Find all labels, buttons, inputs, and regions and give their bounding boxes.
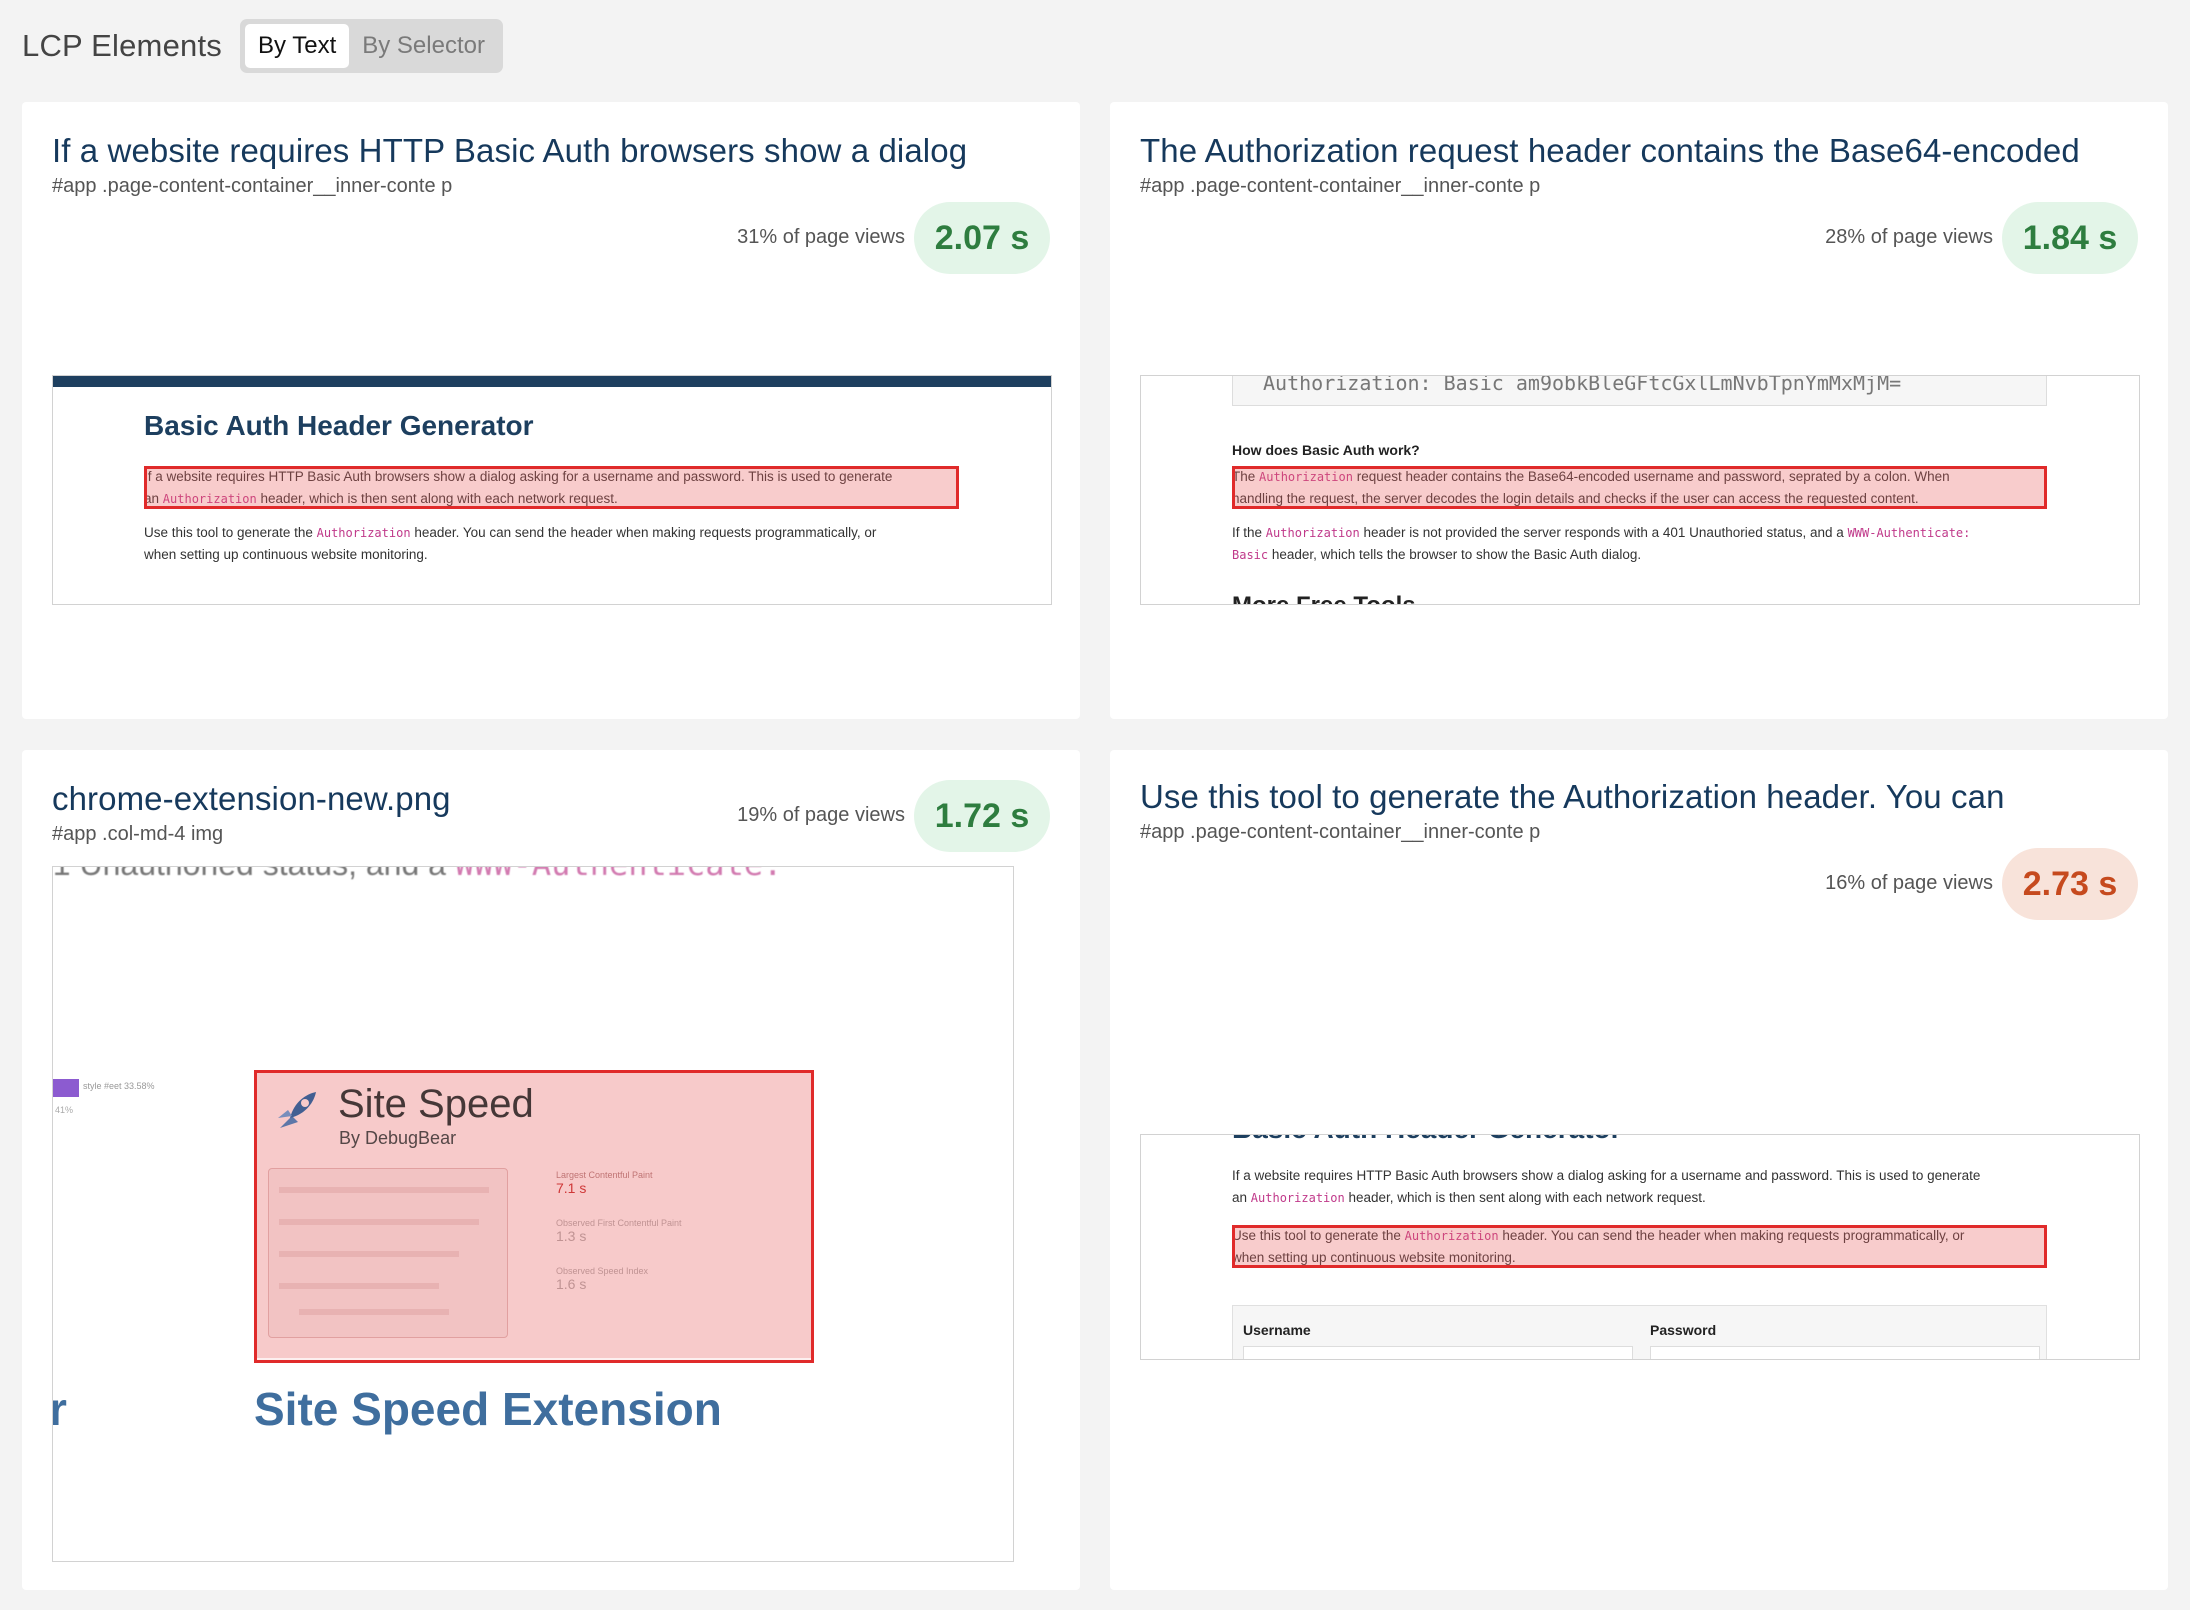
password-input — [1650, 1346, 2040, 1359]
page-views: 28% of page views — [1825, 226, 1993, 248]
preview-line: Basic header, which tells the browser to… — [1232, 544, 2082, 566]
lcp-highlight-box — [1232, 1225, 2047, 1268]
page-views: 19% of page views — [737, 804, 905, 826]
lcp-highlight-box — [254, 1070, 814, 1363]
preview-code-block: Authorization: Basic am9obkBleGFtcGxlLmN… — [1232, 375, 2047, 406]
lcp-highlight-box — [1232, 466, 2047, 509]
card-selector: #app .page-content-container__inner-cont… — [52, 175, 453, 197]
page-title: LCP Elements — [22, 28, 222, 63]
preview-form: Username Password — [1232, 1305, 2047, 1359]
tab-by-text[interactable]: By Text — [244, 24, 350, 68]
card-selector: #app .page-content-container__inner-cont… — [1140, 821, 1541, 843]
preview-heading: Basic Auth Header Generator — [144, 410, 534, 441]
password-label: Password — [1650, 1322, 1717, 1338]
preview-text: Use this tool to generate the — [144, 525, 313, 540]
lcp-card: Use this tool to generate the Authorizat… — [1110, 750, 2168, 1590]
tab-by-selector[interactable]: By Selector — [349, 24, 498, 68]
preview-line: If the Authorization header is not provi… — [1232, 522, 2082, 544]
preview-text: an — [1232, 1190, 1248, 1205]
page-views: 16% of page views — [1825, 872, 1993, 894]
preview-paragraph: Use this tool to generate the Authorizat… — [144, 522, 994, 566]
view-toggle: By Text By Selector — [239, 19, 503, 73]
lcp-value-badge: 1.72 s — [914, 780, 1050, 852]
preview-heading: How does Basic Auth work? — [1232, 442, 1420, 458]
lcp-card: If a website requires HTTP Basic Auth br… — [22, 102, 1080, 719]
card-title: The Authorization request header contain… — [1140, 132, 2080, 169]
lcp-card: The Authorization request header contain… — [1110, 102, 2168, 719]
lcp-value-badge: 1.84 s — [2002, 202, 2138, 274]
preview-text: 01 Unauthoried status, and a — [53, 867, 446, 882]
card-title: Use this tool to generate the Authorizat… — [1140, 778, 2005, 815]
lcp-header: LCP Elements By Text By Selector — [22, 19, 503, 73]
legend-label: 41% — [55, 1105, 74, 1115]
preview-text: header. You can send the header when mak… — [414, 525, 877, 540]
promo-extension-title: Site Speed Extension — [254, 1383, 722, 1435]
lcp-highlight-box — [144, 466, 959, 509]
preview-code: Authorization — [1250, 1191, 1345, 1205]
preview-code: Authorization — [316, 526, 411, 540]
element-screenshot: Basic Auth Header Generator If a website… — [1140, 1134, 2140, 1360]
element-screenshot: Authorization: Basic am9obkBleGFtcGxlLmN… — [1140, 375, 2140, 605]
preview-top-text: 01 Unauthoried status, and a WWW-Authent… — [53, 867, 783, 883]
card-selector: #app .col-md-4 img — [52, 823, 224, 845]
lcp-card: chrome-extension-new.png #app .col-md-4 … — [22, 750, 1080, 1590]
preview-cut-heading: Basic Auth Header Generator — [1232, 1135, 1622, 1145]
edge-letter: r — [53, 1382, 67, 1436]
preview-code: WWW-Authenticate: — [1847, 526, 1971, 540]
element-screenshot: 01 Unauthoried status, and a WWW-Authent… — [52, 866, 1014, 1562]
preview-line: Use this tool to generate the Authorizat… — [144, 522, 994, 544]
preview-text: header, which tells the browser to show … — [1271, 547, 1642, 562]
legend-label: style #eet 33.58% — [83, 1081, 155, 1091]
preview-paragraph: If a website requires HTTP Basic Auth br… — [1232, 1165, 2082, 1209]
preview-line: If a website requires HTTP Basic Auth br… — [1232, 1168, 1981, 1183]
card-title: If a website requires HTTP Basic Auth br… — [52, 132, 968, 169]
preview-line: when setting up continuous website monit… — [144, 547, 428, 562]
preview-text: If the — [1232, 525, 1263, 540]
preview-code: Authorization — [1265, 526, 1360, 540]
preview-code: WWW-Authenticate: — [455, 867, 783, 883]
preview-code: Basic — [1232, 548, 1269, 562]
preview-text: header, which is then sent along with ea… — [1348, 1190, 1706, 1205]
username-label: Username — [1243, 1322, 1311, 1338]
page-views: 31% of page views — [737, 226, 905, 248]
preview-text: header is not provided the server respon… — [1363, 525, 1844, 540]
element-screenshot: Basic Auth Header Generator If a website… — [52, 375, 1052, 605]
card-selector: #app .page-content-container__inner-cont… — [1140, 175, 1541, 197]
username-input — [1243, 1346, 1633, 1359]
preview-line: an Authorization header, which is then s… — [1232, 1187, 2082, 1209]
lcp-value-badge: 2.07 s — [914, 202, 1050, 274]
preview-next-heading: More Free Tools — [1232, 592, 1416, 604]
preview-topbar — [53, 376, 1051, 387]
preview-paragraph: If the Authorization header is not provi… — [1232, 522, 2082, 566]
legend-swatch — [53, 1079, 79, 1097]
preview-code: Authorization: Basic am9obkBleGFtcGxlLmN… — [1263, 375, 1902, 395]
lcp-value-badge: 2.73 s — [2002, 848, 2138, 920]
card-title: chrome-extension-new.png — [52, 780, 451, 817]
